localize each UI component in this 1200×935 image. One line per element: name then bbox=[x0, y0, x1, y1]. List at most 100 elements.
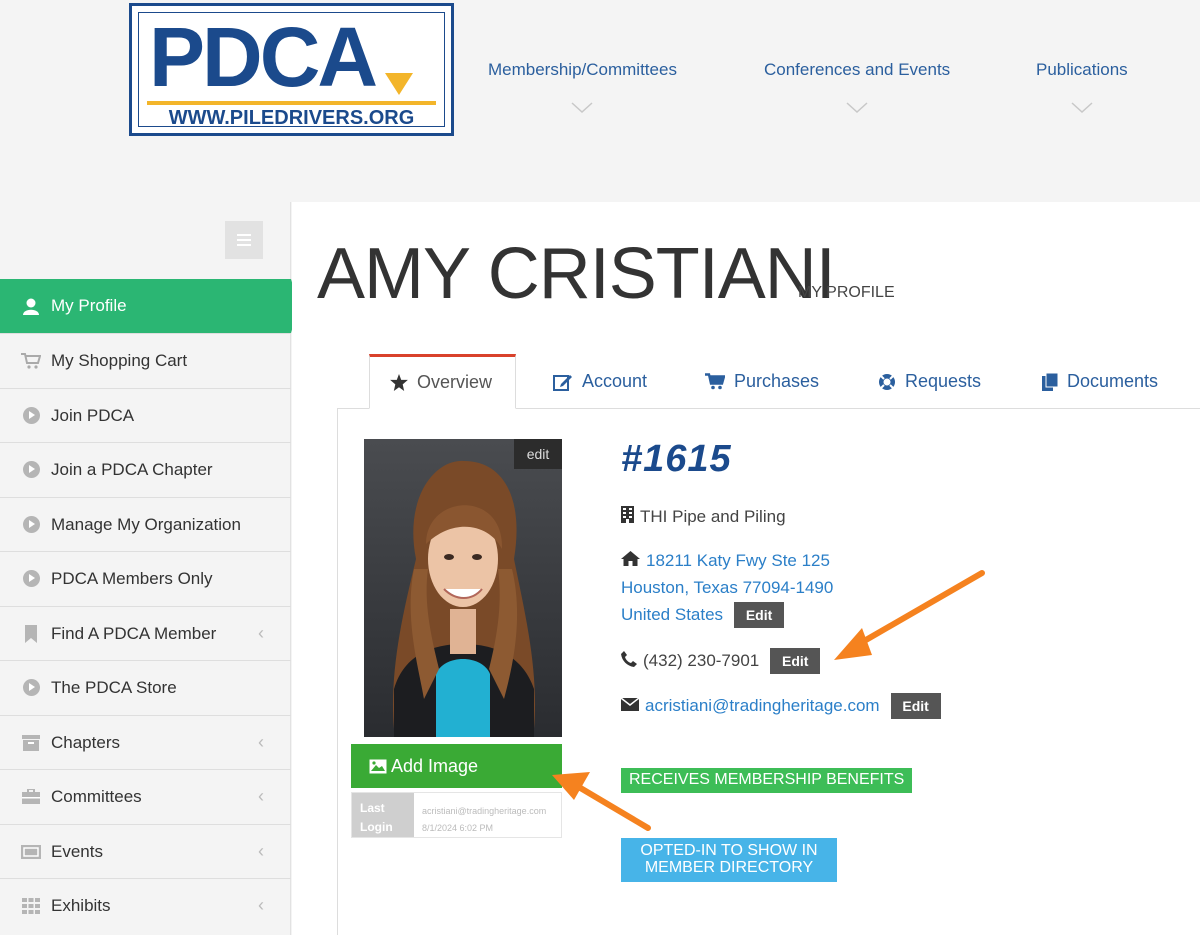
tab-label: Documents bbox=[1067, 371, 1159, 391]
page-title: AMY CRISTIANI bbox=[317, 234, 836, 314]
chevron-down-icon bbox=[846, 102, 868, 114]
tab-requests[interactable]: Requests bbox=[878, 354, 981, 409]
chevron-left-icon: ‹ bbox=[258, 732, 264, 752]
address-line-2[interactable]: Houston, Texas 77094-1490 bbox=[621, 578, 833, 598]
sidebar-item-shopping-cart[interactable]: My Shopping Cart bbox=[0, 333, 291, 387]
add-image-button[interactable]: Add Image bbox=[351, 744, 562, 788]
directory-badge-line-2: MEMBER DIRECTORY bbox=[644, 859, 814, 876]
phone-icon bbox=[621, 650, 637, 672]
sidebar-item-label: PDCA Members Only bbox=[51, 568, 213, 588]
last-login-label-2: Login bbox=[360, 820, 393, 834]
edit-phone-button[interactable]: Edit bbox=[770, 648, 821, 674]
sidebar-item-label: Manage My Organization bbox=[51, 514, 241, 534]
directory-optin-badge: OPTED-IN TO SHOW IN MEMBER DIRECTORY bbox=[621, 838, 837, 882]
sidebar: My Profile My Shopping Cart Join PDCA Jo… bbox=[0, 202, 299, 935]
sidebar-item-label: Join a PDCA Chapter bbox=[51, 459, 213, 479]
tab-overview[interactable]: Overview bbox=[369, 354, 516, 409]
company-line: THI Pipe and Piling bbox=[621, 506, 786, 528]
address-line-3[interactable]: United States Edit bbox=[621, 602, 785, 628]
sidebar-item-label: Find A PDCA Member bbox=[51, 623, 217, 643]
nav-label: Conferences and Events bbox=[764, 60, 951, 79]
ticket-icon bbox=[21, 843, 41, 861]
archive-icon bbox=[21, 734, 41, 752]
logo-underline bbox=[147, 101, 436, 105]
sidebar-item-label: Committees bbox=[51, 786, 142, 806]
last-login-label-1: Last bbox=[360, 801, 385, 815]
sidebar-item-members-only[interactable]: PDCA Members Only bbox=[0, 551, 291, 605]
tab-purchases[interactable]: Purchases bbox=[705, 354, 819, 409]
site-header: PDCA WWW.PILEDRIVERS.ORG Membership/Comm… bbox=[0, 0, 1200, 202]
sidebar-item-chapters[interactable]: Chapters ‹ bbox=[0, 715, 291, 769]
sidebar-item-label: Events bbox=[51, 841, 103, 861]
email-line[interactable]: acristiani@tradingheritage.com Edit bbox=[620, 693, 941, 719]
membership-benefits-badge: RECEIVES MEMBERSHIP BENEFITS bbox=[621, 768, 913, 793]
chevron-left-icon: ‹ bbox=[258, 841, 264, 861]
arrow-circle-icon bbox=[21, 679, 41, 697]
sidebar-item-label: My Profile bbox=[51, 296, 127, 315]
menu-icon[interactable] bbox=[225, 221, 263, 259]
nav-label: Publications bbox=[1036, 60, 1128, 79]
edit-icon bbox=[553, 373, 573, 391]
chevron-left-icon: ‹ bbox=[258, 786, 264, 806]
address-line-1[interactable]: 18211 Katy Fwy Ste 125 bbox=[621, 551, 830, 571]
sidebar-item-find-member[interactable]: Find A PDCA Member ‹ bbox=[0, 606, 291, 660]
address-street[interactable]: 18211 Katy Fwy Ste 125 bbox=[646, 551, 830, 571]
sidebar-item-manage-organization[interactable]: Manage My Organization bbox=[0, 497, 291, 551]
sidebar-item-label: Chapters bbox=[51, 732, 120, 752]
last-login-email: acristiani@tradingheritage.com bbox=[422, 806, 547, 816]
tab-account[interactable]: Account bbox=[553, 354, 647, 409]
tab-label: Account bbox=[582, 371, 648, 391]
building-icon bbox=[621, 506, 634, 528]
last-login-box: Last Login acristiani@tradingheritage.co… bbox=[351, 792, 562, 838]
last-login-value: acristiani@tradingheritage.com 8/1/2024 … bbox=[422, 803, 546, 837]
add-image-label: Add Image bbox=[391, 755, 479, 776]
portrait-image bbox=[364, 439, 562, 737]
arrow-circle-icon bbox=[21, 407, 41, 425]
edit-email-button[interactable]: Edit bbox=[890, 693, 941, 719]
chevron-down-icon bbox=[571, 102, 593, 114]
bookmark-icon bbox=[21, 624, 41, 643]
image-icon bbox=[369, 759, 387, 774]
sidebar-item-committees[interactable]: Committees ‹ bbox=[0, 769, 291, 823]
sidebar-item-label: The PDCA Store bbox=[51, 677, 177, 697]
sidebar-item-label: Exhibits bbox=[51, 895, 111, 915]
phone-number: (432) 230-7901 bbox=[643, 651, 760, 670]
sidebar-item-events[interactable]: Events ‹ bbox=[0, 824, 291, 878]
tab-label: Requests bbox=[905, 371, 982, 391]
chevron-down-icon bbox=[1071, 102, 1093, 114]
tab-documents[interactable]: Documents bbox=[1042, 354, 1158, 409]
nav-publications[interactable]: Publications bbox=[1036, 60, 1128, 114]
photo-edit-button[interactable]: edit bbox=[514, 439, 562, 469]
member-id: #1615 bbox=[621, 438, 732, 480]
lifebuoy-icon bbox=[878, 373, 896, 391]
cart-icon bbox=[21, 352, 41, 370]
email-address[interactable]: acristiani@tradingheritage.com bbox=[645, 696, 880, 716]
nav-label: Membership/Committees bbox=[488, 60, 677, 79]
address-city[interactable]: Houston, Texas 77094-1490 bbox=[621, 578, 833, 598]
files-icon bbox=[1042, 372, 1058, 391]
panel-border bbox=[337, 408, 338, 935]
envelope-icon bbox=[620, 696, 640, 716]
phone-line: (432) 230-7901 Edit bbox=[621, 648, 821, 674]
sidebar-item-join-chapter[interactable]: Join a PDCA Chapter bbox=[0, 442, 291, 496]
sidebar-item-my-profile[interactable]: My Profile bbox=[0, 279, 299, 333]
logo-triangle-icon bbox=[385, 73, 413, 95]
logo-frame: PDCA WWW.PILEDRIVERS.ORG bbox=[138, 10, 445, 129]
cart-icon bbox=[705, 373, 725, 390]
page-subtitle: MY PROFILE bbox=[798, 284, 895, 301]
chevron-left-icon: ‹ bbox=[258, 623, 264, 643]
last-login-label: Last Login bbox=[352, 793, 414, 837]
address-country[interactable]: United States bbox=[621, 605, 723, 625]
edit-address-button[interactable]: Edit bbox=[734, 602, 785, 628]
sidebar-item-exhibits[interactable]: Exhibits ‹ bbox=[0, 878, 291, 932]
sidebar-item-store[interactable]: The PDCA Store bbox=[0, 660, 291, 714]
profile-photo: edit bbox=[364, 439, 562, 737]
sidebar-item-join-pdca[interactable]: Join PDCA bbox=[0, 388, 291, 442]
logo-wordmark: PDCA bbox=[149, 10, 378, 104]
nav-membership-committees[interactable]: Membership/Committees bbox=[488, 60, 677, 114]
directory-badge-line-1: OPTED-IN TO SHOW IN bbox=[640, 842, 818, 859]
last-login-datetime: 8/1/2024 6:02 PM bbox=[422, 823, 494, 833]
pdca-logo[interactable]: PDCA WWW.PILEDRIVERS.ORG bbox=[129, 3, 454, 136]
sidebar-item-label: Join PDCA bbox=[51, 405, 135, 425]
nav-conferences-events[interactable]: Conferences and Events bbox=[764, 60, 950, 114]
